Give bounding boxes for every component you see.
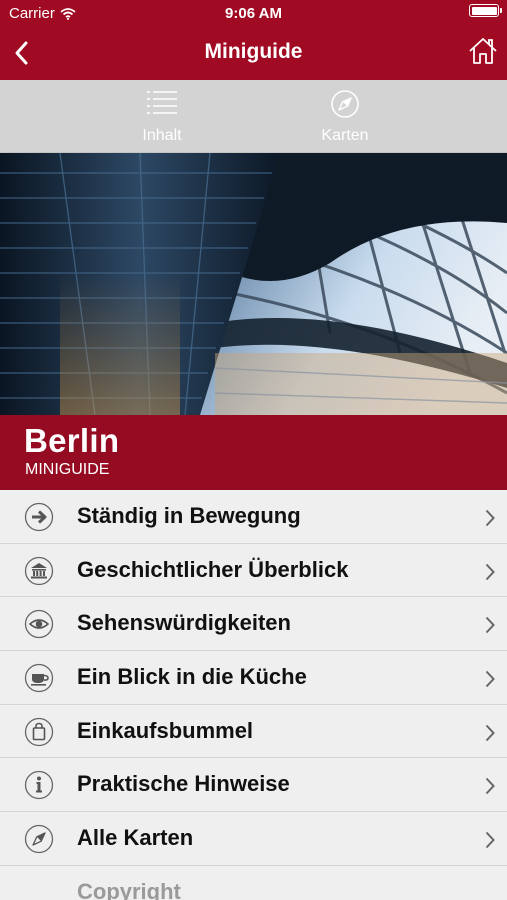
menu-item-geschichte[interactable]: Geschichtlicher Überblick bbox=[0, 543, 507, 598]
list-icon bbox=[147, 91, 177, 114]
status-right bbox=[469, 4, 502, 17]
shopping-bag-icon bbox=[24, 717, 54, 746]
hero-city-title: Berlin bbox=[24, 422, 120, 459]
chapter-list: Ständig in Bewegung Geschichtlicher Über… bbox=[0, 490, 507, 900]
menu-item-alle-karten[interactable]: Alle Karten bbox=[0, 812, 507, 866]
menu-item-einkaufsbummel[interactable]: Einkaufsbummel bbox=[0, 704, 507, 759]
info-icon bbox=[24, 771, 54, 800]
home-icon[interactable] bbox=[467, 35, 499, 67]
menu-item-label: Einkaufsbummel bbox=[77, 717, 254, 743]
chevron-right-icon bbox=[485, 509, 495, 527]
menu-item-label: Copyright bbox=[77, 878, 181, 900]
menu-item-label: Alle Karten bbox=[77, 825, 194, 851]
chevron-right-icon bbox=[485, 778, 495, 795]
status-time: 9:06 AM bbox=[225, 5, 282, 22]
chevron-right-icon bbox=[485, 670, 495, 688]
tab-karten-label: Karten bbox=[321, 127, 369, 144]
compass-icon bbox=[331, 90, 359, 118]
nav-title: Miniguide bbox=[204, 40, 303, 63]
menu-item-label: Ein Blick in die Küche bbox=[77, 664, 307, 690]
menu-item-label: Geschichtlicher Überblick bbox=[77, 556, 349, 582]
cup-icon bbox=[24, 663, 54, 693]
menu-item-sehenswuerdigkeiten[interactable]: Sehenswürdigkeiten bbox=[0, 597, 507, 652]
nav-bar: Miniguide bbox=[0, 28, 507, 80]
menu-item-praktische-hinweise[interactable]: Praktische Hinweise bbox=[0, 758, 507, 813]
tab-inhalt[interactable]: Inhalt bbox=[102, 80, 222, 153]
menu-item-copyright[interactable]: Copyright bbox=[0, 865, 507, 900]
chevron-right-icon bbox=[485, 617, 495, 634]
chevron-right-icon bbox=[485, 724, 495, 741]
tab-karten[interactable]: Karten bbox=[285, 80, 405, 153]
arrow-right-icon bbox=[24, 502, 54, 532]
compass-icon bbox=[24, 824, 54, 854]
status-bar: Carrier 9:06 AM bbox=[0, 0, 507, 28]
menu-item-bewegung[interactable]: Ständig in Bewegung bbox=[0, 490, 507, 544]
menu-item-kueche[interactable]: Ein Blick in die Küche bbox=[0, 651, 507, 705]
tab-inhalt-label: Inhalt bbox=[142, 127, 182, 144]
eye-icon bbox=[24, 610, 54, 639]
hero-subtitle: MINIGUIDE bbox=[25, 461, 110, 478]
museum-icon bbox=[24, 556, 54, 585]
hero-banner: Berlin MINIGUIDE bbox=[0, 153, 507, 490]
menu-item-label: Ständig in Bewegung bbox=[77, 503, 301, 528]
menu-item-label: Sehenswürdigkeiten bbox=[77, 610, 291, 636]
chevron-right-icon bbox=[485, 563, 495, 580]
menu-item-label: Praktische Hinweise bbox=[77, 771, 290, 797]
battery-icon bbox=[469, 4, 502, 17]
chevron-right-icon bbox=[485, 831, 495, 849]
hero-title-banner: Berlin MINIGUIDE bbox=[0, 415, 507, 490]
tab-bar: Inhalt Karten bbox=[0, 80, 507, 153]
